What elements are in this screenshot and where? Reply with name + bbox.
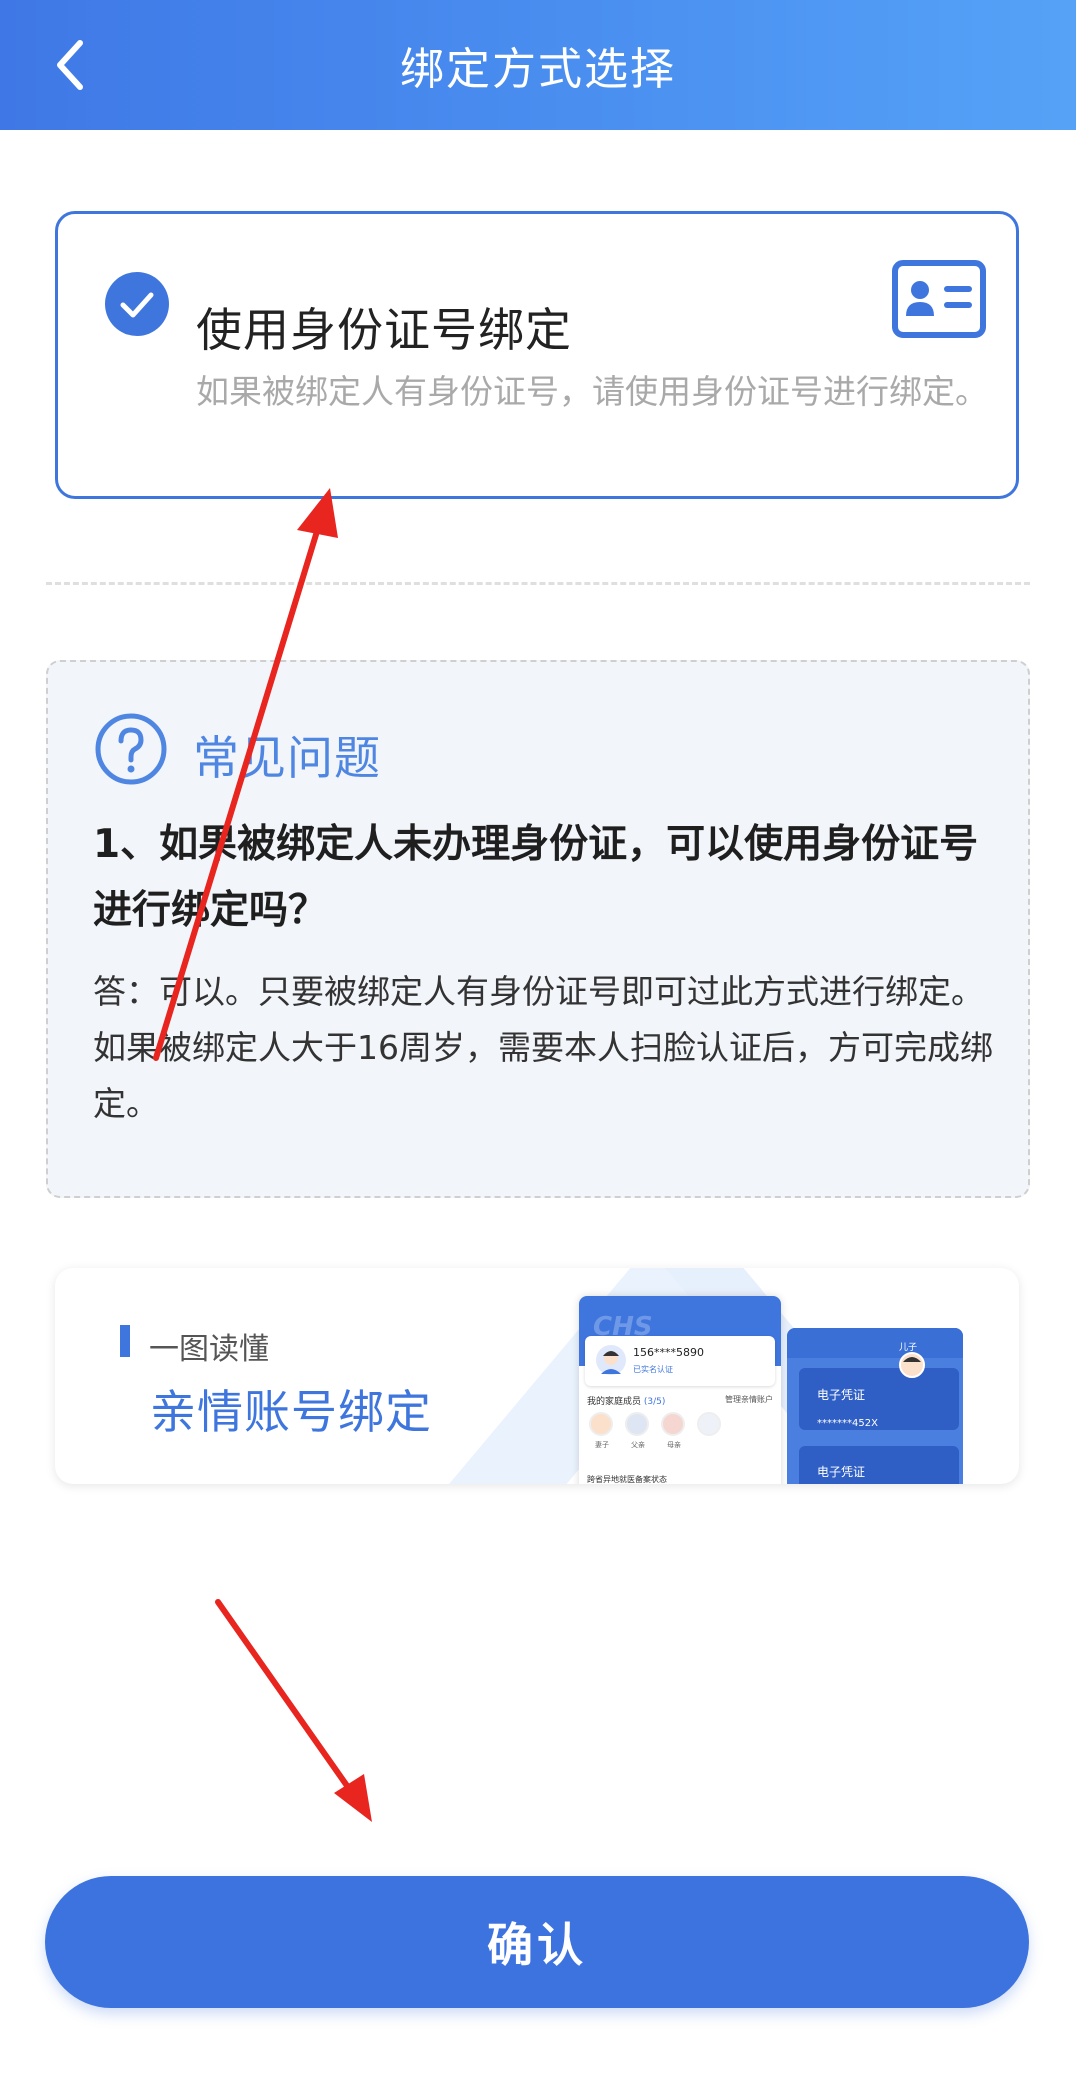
avatar-icon: [899, 1352, 925, 1378]
avatar-icon: [596, 1345, 626, 1375]
faq-heading: 常见问题: [193, 731, 381, 785]
profile-card: 156****5890 已实名认证: [585, 1336, 775, 1386]
confirm-button[interactable]: 确认: [45, 1876, 1029, 2008]
verified-badge: 已实名认证: [633, 1365, 673, 1374]
phone-number: 156****5890: [633, 1346, 704, 1359]
member-avatar: [625, 1412, 649, 1436]
add-member-avatar: [697, 1412, 721, 1436]
option-id-number-card[interactable]: 使用身份证号绑定 如果被绑定人有身份证号，请使用身份证号进行绑定。: [55, 211, 1019, 499]
dashed-divider: [46, 582, 1030, 585]
card-number: *******452X: [817, 1418, 878, 1429]
banner-accent-bar: [120, 1325, 130, 1357]
red-arrow-down: [215, 1599, 372, 1822]
voucher-label: 电子凭证: [817, 1465, 866, 1479]
guide-banner[interactable]: 一图读懂 亲情账号绑定 电子凭证 电子凭证 *******452X 儿子 CHS: [55, 1268, 1019, 1484]
banner-subtitle: 一图读懂: [149, 1332, 269, 1367]
remote-status-label: 跨省异地就医备案状态: [587, 1475, 667, 1484]
member-avatar: [589, 1412, 613, 1436]
option-title: 使用身份证号绑定: [196, 303, 572, 357]
phone-mockup-front: CHS 156****5890 已实名认证 我的家庭成员 (3/5) 管理亲情账…: [579, 1296, 781, 1484]
voucher-label: 电子凭证: [817, 1388, 866, 1402]
page: 绑定方式选择 使用身份证号绑定 如果被绑定人有身份证号，请使用身份证号进行绑定。…: [0, 0, 1076, 2078]
page-title: 绑定方式选择: [400, 44, 676, 95]
confirm-button-label: 确认: [487, 1919, 587, 1971]
check-circle-icon: [105, 272, 169, 336]
member-avatar: [661, 1412, 685, 1436]
faq-answer: 答：可以。只要被绑定人有身份证号即可过此方式进行绑定。如果被绑定人大于16周岁，…: [93, 972, 993, 1123]
members-label: 我的家庭成员 (3/5): [587, 1397, 666, 1407]
phone-mockup-back: 电子凭证 电子凭证 *******452X 儿子: [787, 1328, 963, 1484]
member-name: 母亲: [667, 1441, 681, 1449]
manage-label: 管理亲情账户: [725, 1395, 773, 1404]
header-bar: 绑定方式选择: [0, 0, 1076, 130]
faq-card: 常见问题 1、如果被绑定人未办理身份证，可以使用身份证号进行绑定吗？ 答：可以。…: [46, 660, 1030, 1198]
member-name: 妻子: [595, 1441, 609, 1449]
faq-question: 1、如果被绑定人未办理身份证，可以使用身份证号进行绑定吗？: [93, 822, 979, 933]
member-name: 父亲: [631, 1441, 645, 1449]
id-card-icon: [892, 260, 986, 338]
banner-title: 亲情账号绑定: [150, 1385, 432, 1439]
option-description: 如果被绑定人有身份证号，请使用身份证号进行绑定。: [196, 372, 988, 411]
question-circle-icon: [95, 713, 167, 785]
